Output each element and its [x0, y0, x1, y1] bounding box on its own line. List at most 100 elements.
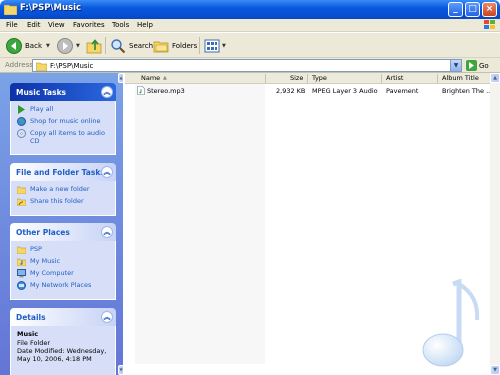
close-button[interactable]: ×	[482, 2, 497, 17]
task-new-folder[interactable]: Make a new folder	[17, 185, 109, 194]
network-icon	[17, 281, 26, 290]
place-my-computer[interactable]: My Computer	[17, 269, 109, 278]
address-label: Address	[5, 61, 33, 69]
column-type[interactable]: Type	[312, 74, 327, 84]
collapse-icon[interactable]: ︽	[101, 311, 113, 323]
column-artist[interactable]: Artist	[386, 74, 403, 84]
menu-help[interactable]: Help	[137, 21, 153, 29]
music-tasks-header[interactable]: Music Tasks ︽	[10, 83, 116, 101]
minimize-button[interactable]: _	[448, 2, 463, 17]
folders-label: Folders	[172, 41, 198, 50]
globe-icon	[17, 117, 26, 126]
column-size[interactable]: Size	[290, 74, 303, 84]
address-dropdown-icon[interactable]: ▼	[450, 60, 461, 71]
views-dropdown-icon[interactable]: ▼	[222, 43, 226, 49]
column-divider[interactable]	[437, 74, 438, 83]
task-share-folder[interactable]: Share this folder	[17, 197, 109, 206]
collapse-icon[interactable]: ︽	[101, 86, 113, 98]
search-label: Search	[129, 41, 154, 50]
cd-icon	[17, 129, 26, 138]
column-name[interactable]: Name	[141, 74, 160, 84]
title-bar: F:\PSP\Music _ □ ×	[0, 0, 500, 19]
address-bar: Address F:\PSP\Music ▼ Go	[0, 58, 500, 73]
column-header-row: Name ▲ Size Type Artist Album Title	[125, 73, 500, 84]
details-header[interactable]: Details ︽	[10, 308, 116, 326]
music-note-watermark-icon	[422, 278, 480, 367]
scroll-up-button[interactable]: ▲	[118, 73, 124, 83]
back-label: Back	[25, 41, 42, 50]
menu-favorites[interactable]: Favorites	[73, 21, 105, 29]
file-folder-tasks-header[interactable]: File and Folder Tasks ︽	[10, 163, 116, 181]
column-divider[interactable]	[381, 74, 382, 83]
toolbar-separator	[199, 37, 200, 54]
column-divider[interactable]	[265, 74, 266, 83]
address-input[interactable]: F:\PSP\Music ▼	[32, 59, 462, 72]
details-body: Music File Folder Date Modified: Wednesd…	[10, 326, 116, 375]
task-label: My Network Places	[30, 281, 92, 289]
collapse-icon[interactable]: ︽	[101, 166, 113, 178]
task-label: Shop for music online	[30, 117, 101, 125]
scroll-down-button[interactable]: ▼	[490, 365, 500, 375]
menu-edit[interactable]: Edit	[27, 21, 41, 29]
menu-file[interactable]: File	[6, 21, 18, 29]
mp3-file-icon	[137, 86, 145, 95]
menu-view[interactable]: View	[48, 21, 65, 29]
task-shop-music[interactable]: Shop for music online	[17, 117, 109, 126]
file-folder-tasks-body: Make a new folder Share this folder	[10, 181, 116, 216]
file-folder-tasks-title: File and Folder Tasks	[16, 168, 105, 177]
file-list: Name ▲ Size Type Artist Album Title Ster…	[125, 73, 500, 375]
details-item-name: Music	[17, 330, 39, 338]
details-title: Details	[16, 313, 46, 322]
task-copy-to-cd[interactable]: Copy all items to audio CD	[17, 129, 109, 145]
task-label: Share this folder	[30, 197, 84, 205]
column-divider[interactable]	[307, 74, 308, 83]
views-button[interactable]: ▼	[204, 37, 226, 54]
other-places-header[interactable]: Other Places ︽	[10, 223, 116, 241]
window-title: F:\PSP\Music	[20, 3, 82, 13]
folder-icon	[4, 4, 17, 15]
task-play-all[interactable]: Play all	[17, 105, 109, 114]
other-places-title: Other Places	[16, 228, 70, 237]
sort-ascending-icon: ▲	[163, 75, 167, 81]
go-arrow-icon	[466, 60, 477, 71]
task-label: Play all	[30, 105, 54, 113]
scroll-up-button[interactable]: ▲	[490, 73, 500, 83]
back-button[interactable]: Back ▼	[6, 37, 50, 54]
toolbar-separator	[105, 37, 106, 54]
place-my-network[interactable]: My Network Places	[17, 281, 109, 290]
back-dropdown-icon[interactable]: ▼	[46, 43, 50, 49]
go-button[interactable]: Go	[466, 60, 489, 71]
cell-name: Stereo.mp3	[147, 87, 185, 95]
maximize-button[interactable]: □	[465, 2, 480, 17]
cell-artist: Pavement	[386, 87, 419, 95]
folders-icon	[153, 41, 169, 52]
new-folder-icon	[17, 186, 26, 194]
task-pane: Music Tasks ︽ Play all Shop for music on…	[0, 73, 123, 375]
menu-bar: File Edit View Favorites Tools Help	[0, 19, 500, 32]
forward-dropdown-icon[interactable]: ▼	[76, 43, 80, 49]
cell-size: 2,932 KB	[276, 87, 306, 95]
up-folder-button[interactable]	[86, 37, 102, 54]
collapse-icon[interactable]: ︽	[101, 226, 113, 238]
place-my-music[interactable]: My Music	[17, 257, 109, 266]
column-album-title[interactable]: Album Title	[442, 74, 479, 84]
cell-type: MPEG Layer 3 Audio	[312, 87, 378, 95]
place-psp[interactable]: PSP	[17, 245, 109, 254]
file-list-scrollbar[interactable]: ▲ ▼	[490, 73, 500, 375]
task-label: My Music	[30, 257, 61, 265]
task-pane-scrollbar[interactable]: ▲ ▼	[118, 73, 124, 375]
music-tasks-panel: Music Tasks ︽ Play all Shop for music on…	[10, 83, 116, 155]
music-tasks-body: Play all Shop for music online Copy all …	[10, 101, 116, 155]
search-button[interactable]: Search	[110, 37, 153, 54]
folders-button[interactable]: Folders	[153, 37, 197, 54]
forward-button[interactable]: ▼	[57, 37, 80, 54]
file-folder-tasks-panel: File and Folder Tasks ︽ Make a new folde…	[10, 163, 116, 216]
table-row[interactable]: Stereo.mp3 2,932 KB MPEG Layer 3 Audio P…	[125, 85, 500, 96]
menu-tools[interactable]: Tools	[112, 21, 129, 29]
details-panel: Details ︽ Music File Folder Date Modifie…	[10, 308, 116, 375]
other-places-panel: Other Places ︽ PSP My Music My Computer …	[10, 223, 116, 300]
scroll-down-button[interactable]: ▼	[118, 365, 124, 375]
windows-flag-icon	[484, 20, 495, 29]
music-tasks-title: Music Tasks	[16, 88, 67, 97]
share-folder-icon	[17, 198, 26, 206]
